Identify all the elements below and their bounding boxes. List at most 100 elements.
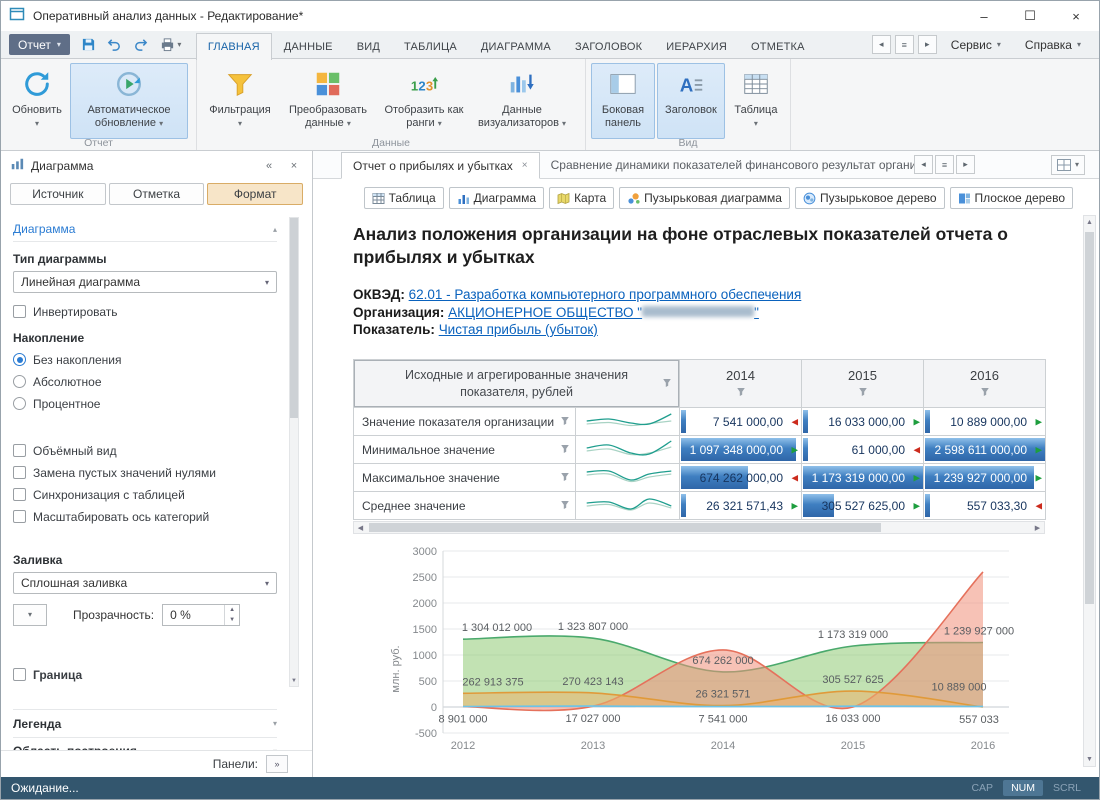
filter-funnel-icon[interactable] — [980, 386, 990, 400]
visualizer-data-button[interactable]: Данные визуализаторов ▾ — [472, 63, 572, 139]
filter-button[interactable]: Фильтрация ▾ — [202, 63, 278, 139]
doc-tab-comparison[interactable]: Сравнение динамики показателей финансово… — [540, 151, 930, 178]
fill-color-button[interactable]: ▾ — [13, 604, 47, 626]
radio-option[interactable]: Процентное — [13, 394, 277, 413]
fill-select[interactable]: Сплошная заливка ▾ — [13, 572, 277, 594]
doc-tab-scroll-right-button[interactable]: ▸ — [956, 155, 975, 174]
scrollbar-thumb[interactable] — [1085, 232, 1094, 604]
filter-funnel-icon[interactable] — [662, 377, 672, 391]
side-panel-button[interactable]: Боковая панель — [591, 63, 655, 139]
border-checkbox[interactable]: Граница — [13, 665, 277, 684]
vertical-scrollbar[interactable]: ▲ ▼ — [1083, 215, 1096, 767]
redo-icon[interactable] — [130, 34, 152, 56]
invert-checkbox[interactable]: Инвертировать — [13, 302, 277, 321]
value-cell[interactable]: 10 889 000,00▶ — [924, 408, 1046, 436]
tab-format[interactable]: Формат — [207, 183, 303, 205]
chart-type-select[interactable]: Линейная диаграмма ▾ — [13, 271, 277, 293]
table-header-2016[interactable]: 2016 — [924, 360, 1046, 408]
scroll-down-icon[interactable]: ▼ — [290, 675, 298, 686]
value-cell[interactable]: 557 033,30◀ — [924, 492, 1046, 520]
table-row[interactable]: Минимальное значение1 097 348 000,00▶61 … — [354, 436, 1046, 464]
header-toggle-button[interactable]: A Заголовок — [657, 63, 725, 139]
stepper-down-icon[interactable]: ▼ — [225, 615, 239, 625]
value-cell[interactable]: 1 239 927 000,00▶ — [924, 464, 1046, 492]
scroll-right-icon[interactable]: ▶ — [1031, 522, 1044, 533]
maximize-button[interactable]: ☐ — [1007, 1, 1053, 31]
panels-expand-button[interactable]: » — [266, 755, 288, 773]
checkbox-option[interactable]: Синхронизация с таблицей — [13, 485, 277, 504]
doc-tab-profit-loss[interactable]: Отчет о прибылях и убытках × — [341, 152, 540, 179]
view-map-button[interactable]: Карта — [549, 187, 614, 209]
checkbox-option[interactable]: Объёмный вид — [13, 441, 277, 460]
save-icon[interactable] — [78, 34, 100, 56]
table-header-2014[interactable]: 2014 — [680, 360, 802, 408]
view-chart-button[interactable]: Диаграмма — [449, 187, 544, 209]
close-panel-button[interactable]: × — [285, 157, 303, 175]
transform-data-button[interactable]: Преобразовать данные ▾ — [280, 63, 376, 139]
value-cell[interactable]: 674 262 000,00◀ — [680, 464, 802, 492]
filter-funnel-icon[interactable] — [560, 499, 570, 513]
auto-refresh-button[interactable]: Автоматическое обновление ▾ — [70, 63, 188, 139]
collapse-panel-button[interactable]: « — [260, 157, 278, 175]
section-chart[interactable]: Диаграмма ▴ — [13, 217, 277, 242]
report-menu-button[interactable]: Отчет▾ — [9, 34, 70, 55]
table-row[interactable]: Среднее значение26 321 571,43▶305 527 62… — [354, 492, 1046, 520]
horizontal-scrollbar[interactable]: ◀ ▶ — [353, 521, 1045, 534]
help-menu[interactable]: Справка▾ — [1015, 38, 1091, 52]
view-flat-tree-button[interactable]: Плоское дерево — [950, 187, 1073, 209]
value-cell[interactable]: 26 321 571,43▶ — [680, 492, 802, 520]
print-icon[interactable]: ▾ — [156, 34, 186, 56]
filter-funnel-icon[interactable] — [736, 386, 746, 400]
radio-option[interactable]: Абсолютное — [13, 372, 277, 391]
radio-option[interactable]: Без накопления — [13, 350, 277, 369]
tab-scroll-left-button[interactable]: ◂ — [872, 35, 891, 54]
value-cell[interactable]: 1 173 319 000,00▶ — [802, 464, 924, 492]
service-menu[interactable]: Сервис▾ — [941, 38, 1011, 52]
value-cell[interactable]: 16 033 000,00▶ — [802, 408, 924, 436]
ribbon-tab[interactable]: ВИД — [345, 35, 392, 59]
filter-funnel-icon[interactable] — [858, 386, 868, 400]
doc-tab-scroll-left-button[interactable]: ◂ — [914, 155, 933, 174]
tab-list-button[interactable]: ≡ — [895, 35, 914, 54]
view-bubble-chart-button[interactable]: Пузырьковая диаграмма — [619, 187, 790, 209]
filter-funnel-icon[interactable] — [560, 471, 570, 485]
table-header-2015[interactable]: 2015 — [802, 360, 924, 408]
view-bubble-tree-button[interactable]: Пузырьковое дерево — [795, 187, 945, 209]
value-cell[interactable]: 61 000,00◀ — [802, 436, 924, 464]
scroll-left-icon[interactable]: ◀ — [354, 522, 367, 533]
value-cell[interactable]: 7 541 000,00◀ — [680, 408, 802, 436]
indicator-link[interactable]: Чистая прибыль (убыток) — [439, 322, 598, 337]
minimize-button[interactable]: – — [961, 1, 1007, 31]
value-cell[interactable]: 305 527 625,00▶ — [802, 492, 924, 520]
table-button[interactable]: Таблица ▾ — [727, 63, 785, 139]
ribbon-tab[interactable]: ЗАГОЛОВОК — [563, 35, 654, 59]
close-button[interactable]: × — [1053, 1, 1099, 31]
tab-scroll-right-button[interactable]: ▸ — [918, 35, 937, 54]
tab-source[interactable]: Источник — [10, 183, 106, 205]
ribbon-tab[interactable]: ДИАГРАММА — [469, 35, 563, 59]
organization-link[interactable]: АКЦИОНЕРНОЕ ОБЩЕСТВО "" — [448, 305, 759, 320]
scrollbar-thumb[interactable] — [290, 218, 298, 418]
collapsed-section[interactable]: Легенда▾ — [13, 709, 277, 737]
view-table-button[interactable]: Таблица — [364, 187, 444, 209]
filter-funnel-icon[interactable] — [560, 415, 570, 429]
table-header-main[interactable]: Исходные и агрегированные значения показ… — [354, 360, 680, 408]
tab-mark[interactable]: Отметка — [109, 183, 205, 205]
window-layout-button[interactable]: ▾ — [1051, 155, 1085, 175]
stepper-up-icon[interactable]: ▲ — [225, 605, 239, 615]
ribbon-tab[interactable]: ТАБЛИЦА — [392, 35, 469, 59]
table-row[interactable]: Максимальное значение674 262 000,00◀1 17… — [354, 464, 1046, 492]
scroll-up-icon[interactable]: ▲ — [1084, 216, 1095, 229]
undo-icon[interactable] — [104, 34, 126, 56]
ribbon-tab[interactable]: ГЛАВНАЯ — [196, 33, 272, 60]
value-cell[interactable]: 2 598 611 000,00▶ — [924, 436, 1046, 464]
close-tab-icon[interactable]: × — [522, 160, 528, 171]
scroll-down-icon[interactable]: ▼ — [1084, 753, 1095, 766]
refresh-button[interactable]: Обновить ▾ — [6, 63, 68, 139]
show-as-ranks-button[interactable]: 123 Отобразить как ранги ▾ — [378, 63, 470, 139]
okved-link[interactable]: 62.01 - Разработка компьютерного програм… — [409, 287, 802, 302]
ribbon-tab[interactable]: ДАННЫЕ — [272, 35, 345, 59]
checkbox-option[interactable]: Замена пустых значений нулями — [13, 463, 277, 482]
doc-tab-list-button[interactable]: ≡ — [935, 155, 954, 174]
table-row[interactable]: Значение показателя организации7 541 000… — [354, 408, 1046, 436]
